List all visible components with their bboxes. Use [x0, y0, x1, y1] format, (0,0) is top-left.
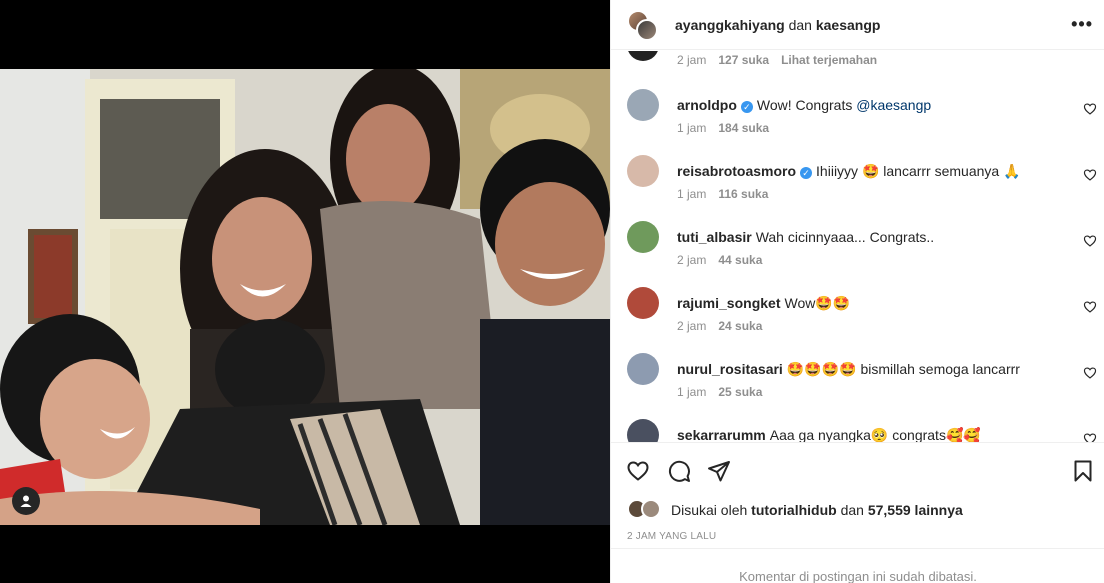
comment-icon[interactable] — [667, 459, 691, 483]
comment-text: Aaa ga nyangka🥺 congrats🥰🥰 — [769, 427, 981, 442]
comment-time: 2 jam — [677, 53, 707, 67]
comment-meta: 2 jam 44 suka — [677, 253, 762, 267]
comment-likes[interactable]: 25 suka — [718, 385, 762, 399]
comment-like-icon[interactable] — [1083, 300, 1097, 314]
comment-time: 1 jam — [677, 187, 707, 201]
comment-text: Wah cicinnyaaa... Congrats.. — [755, 229, 935, 245]
post-header: ayanggkahiyang dan kaesangp ••• — [611, 0, 1104, 50]
comment-username[interactable]: nurul_rositasari — [677, 361, 783, 377]
comment-body: rajumi_songket Wow🤩🤩 — [677, 294, 1067, 312]
avatar[interactable] — [627, 353, 659, 385]
avatar — [641, 499, 661, 519]
comment-text: Ihiiiyyy 🤩 lancarrr semuanya 🙏 — [816, 163, 1021, 179]
comment-mention[interactable]: @kaesangp — [856, 97, 931, 113]
tag-user-button[interactable] — [12, 487, 40, 515]
liker-username[interactable]: tutorialhidub — [751, 502, 837, 518]
comment-item: arnoldpo ✓ Wow! Congrats @kaesangp 1 jam 1… — [627, 89, 1097, 155]
avatar — [636, 18, 658, 41]
comment-body: tuti_albasir Wah cicinnyaaa... Congrats.. — [677, 228, 1067, 246]
comment-item: reisabrotoasmoro ✓ Ihiiiyyy 🤩 lancarrr sem… — [627, 155, 1097, 221]
heart-icon[interactable] — [626, 459, 650, 483]
comment-like-icon[interactable] — [1083, 102, 1097, 116]
verified-icon: ✓ — [740, 101, 753, 113]
more-options-button[interactable]: ••• — [1071, 14, 1093, 35]
comment-item: rajumi_songket Wow🤩🤩 2 jam 24 suka — [627, 287, 1097, 353]
likes-prefix: Disukai oleh — [671, 502, 748, 518]
comment-text: Wow! Congrats — [756, 97, 857, 113]
post-timestamp[interactable]: 2 JAM YANG LALU — [627, 531, 716, 542]
comment-like-icon[interactable] — [1083, 168, 1097, 182]
photo-illustration — [0, 69, 610, 525]
comment-like-icon[interactable] — [1083, 234, 1097, 248]
likes-joiner: dan — [840, 502, 864, 518]
comment-meta: 2 jam 127 suka Lihat terjemahan — [677, 53, 877, 67]
comment-item: tuti_albasir Wah cicinnyaaa... Congrats..… — [627, 221, 1097, 287]
avatar — [627, 51, 659, 61]
author-joiner: dan — [788, 16, 812, 33]
action-bar — [611, 442, 1104, 494]
verified-icon: ✓ — [800, 167, 813, 179]
avatar[interactable] — [627, 287, 659, 319]
comment-like-icon[interactable] — [1083, 366, 1097, 380]
comment-like-icon[interactable] — [1083, 432, 1097, 442]
likes-summary: Disukai oleh tutorialhidub dan 57,559 la… — [627, 499, 963, 521]
comment-likes[interactable]: 116 suka — [718, 187, 768, 201]
author-link-1[interactable]: ayanggkahiyang — [675, 17, 785, 33]
comment-meta: 1 jam 25 suka — [677, 385, 762, 399]
bookmark-icon[interactable] — [1071, 459, 1095, 483]
comment-body: arnoldpo ✓ Wow! Congrats @kaesangp — [677, 96, 1067, 114]
collab-avatars[interactable] — [627, 8, 661, 42]
share-icon[interactable] — [707, 459, 731, 483]
comment-body: sekarrarumm Aaa ga nyangka🥺 congrats🥰🥰 — [677, 426, 1067, 442]
post-authors: ayanggkahiyang dan kaesangp — [675, 17, 880, 33]
avatar[interactable] — [627, 89, 659, 121]
comment-likes[interactable]: 127 suka — [718, 53, 769, 67]
comment-meta: 1 jam 184 suka — [677, 121, 769, 135]
comment-username[interactable]: sekarrarumm — [677, 427, 766, 442]
media-pane — [0, 0, 610, 583]
user-tag-icon — [20, 495, 32, 507]
avatar[interactable] — [627, 419, 659, 442]
more-icon: ••• — [1071, 14, 1093, 34]
likes-count[interactable]: 57,559 lainnya — [868, 502, 963, 518]
comment-item: nurul_rositasari 🤩🤩🤩🤩 bismillah semoga la… — [627, 353, 1097, 419]
avatar[interactable] — [627, 221, 659, 253]
comment-body: nurul_rositasari 🤩🤩🤩🤩 bismillah semoga la… — [677, 360, 1067, 378]
comment-text: 🤩🤩🤩🤩 bismillah semoga lancarrr — [786, 361, 1020, 377]
comment-username[interactable]: reisabrotoasmoro — [677, 163, 796, 179]
translate-link[interactable]: Lihat terjemahan — [781, 53, 877, 67]
comment-meta: 2 jam 24 suka — [677, 319, 762, 333]
comment-likes[interactable]: 44 suka — [718, 253, 762, 267]
comment-time: 1 jam — [677, 121, 707, 135]
liker-avatars — [627, 499, 665, 521]
comments-limited-notice: Komentar di postingan ini sudah dibatasi… — [611, 548, 1104, 583]
comment-text: Wow🤩🤩 — [784, 295, 851, 311]
avatar[interactable] — [627, 155, 659, 187]
comment-username[interactable]: arnoldpo — [677, 97, 737, 113]
comment-likes[interactable]: 184 suka — [718, 121, 769, 135]
comment-time: 2 jam — [677, 319, 707, 333]
comment-time: 2 jam — [677, 253, 707, 267]
author-link-2[interactable]: kaesangp — [816, 17, 881, 33]
post-sidebar: ayanggkahiyang dan kaesangp ••• 2 jam 12… — [610, 0, 1104, 583]
comment-time: 1 jam — [677, 385, 707, 399]
comment-username[interactable]: rajumi_songket — [677, 295, 780, 311]
comment-likes[interactable]: 24 suka — [718, 319, 762, 333]
post-photo[interactable] — [0, 69, 610, 525]
comment-meta: 1 jam 116 suka — [677, 187, 768, 201]
comment-body: reisabrotoasmoro ✓ Ihiiiyyy 🤩 lancarrr sem… — [677, 162, 1067, 180]
comment-username[interactable]: tuti_albasir — [677, 229, 752, 245]
comments-list[interactable]: 2 jam 127 suka Lihat terjemahan arnoldpo… — [611, 51, 1104, 442]
comment-item: sekarrarumm Aaa ga nyangka🥺 congrats🥰🥰 — [627, 419, 1097, 442]
